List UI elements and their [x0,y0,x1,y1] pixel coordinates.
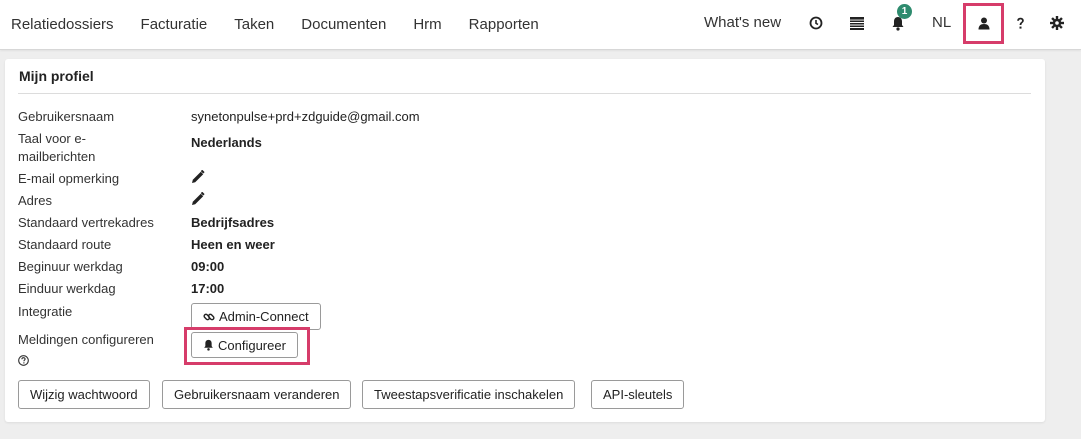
notifications-help-icon[interactable] [18,355,29,366]
admin-connect-button[interactable]: Admin-Connect [191,303,321,330]
top-navigation: Relatiedossiers Facturatie Taken Documen… [0,0,1081,50]
nav-item-relatiedossiers[interactable]: Relatiedossiers [11,16,114,33]
user-menu-button[interactable] [963,3,1004,44]
username-label: Gebruikersnaam [18,109,115,124]
nav-item-documenten[interactable]: Documenten [301,16,386,33]
gear-icon[interactable] [1045,11,1069,35]
username-value: synetonpulse+prd+zdguide@gmail.com [191,109,420,124]
notification-count-badge: 1 [897,4,912,19]
address-label: Adres [18,193,52,208]
change-username-button[interactable]: Gebruikersnaam veranderen [162,380,352,409]
profile-card: Mijn profiel Gebruikersnaam synetonpulse… [5,59,1045,422]
edit-address-pencil-icon[interactable] [191,192,205,206]
whats-new-link[interactable]: What's new [704,14,781,31]
workday-start-label: Beginuur werkdag [18,259,123,274]
configure-label: Configureer [218,337,286,353]
workday-end-label: Einduur werkdag [18,281,116,296]
route-label: Standaard route [18,237,112,252]
nav-item-rapporten[interactable]: Rapporten [469,16,539,33]
bell-icon [204,339,213,351]
list-icon[interactable] [845,11,869,35]
route-value: Heen en weer [191,237,275,252]
notifications-label: Meldingen configureren [18,332,154,347]
email-note-label: E-mail opmerking [18,171,120,186]
enable-two-factor-button[interactable]: Tweestapsverificatie inschakelen [362,380,576,409]
help-icon[interactable] [1008,11,1032,35]
departure-address-value: Bedrijfsadres [191,215,275,230]
change-password-button[interactable]: Wijzig wachtwoord [18,380,150,409]
page-title: Mijn profiel [19,68,94,84]
title-divider [18,93,1031,94]
nav-item-taken[interactable]: Taken [234,16,274,33]
workday-start-value: 09:00 [191,259,225,274]
email-language-value: Nederlands [191,135,262,150]
main-menu: Relatiedossiers Facturatie Taken Documen… [11,0,566,48]
user-icon [978,17,989,30]
workday-end-value: 17:00 [191,281,225,296]
clock-icon[interactable] [804,11,828,35]
email-language-label-line1: Taal voor e- [18,131,86,146]
link-icon [203,313,215,320]
admin-connect-label: Admin-Connect [219,309,309,324]
edit-email-note-pencil-icon[interactable] [191,170,205,184]
departure-address-label: Standaard vertrekadres [18,215,154,230]
language-selector[interactable]: NL [932,14,951,31]
nav-item-hrm[interactable]: Hrm [413,16,441,33]
api-keys-button[interactable]: API-sleutels [591,380,685,409]
email-language-label-line2: mailberichten [18,149,96,164]
nav-item-facturatie[interactable]: Facturatie [141,16,208,33]
integration-label: Integratie [18,304,73,319]
configure-notifications-button[interactable]: Configureer [191,332,298,358]
